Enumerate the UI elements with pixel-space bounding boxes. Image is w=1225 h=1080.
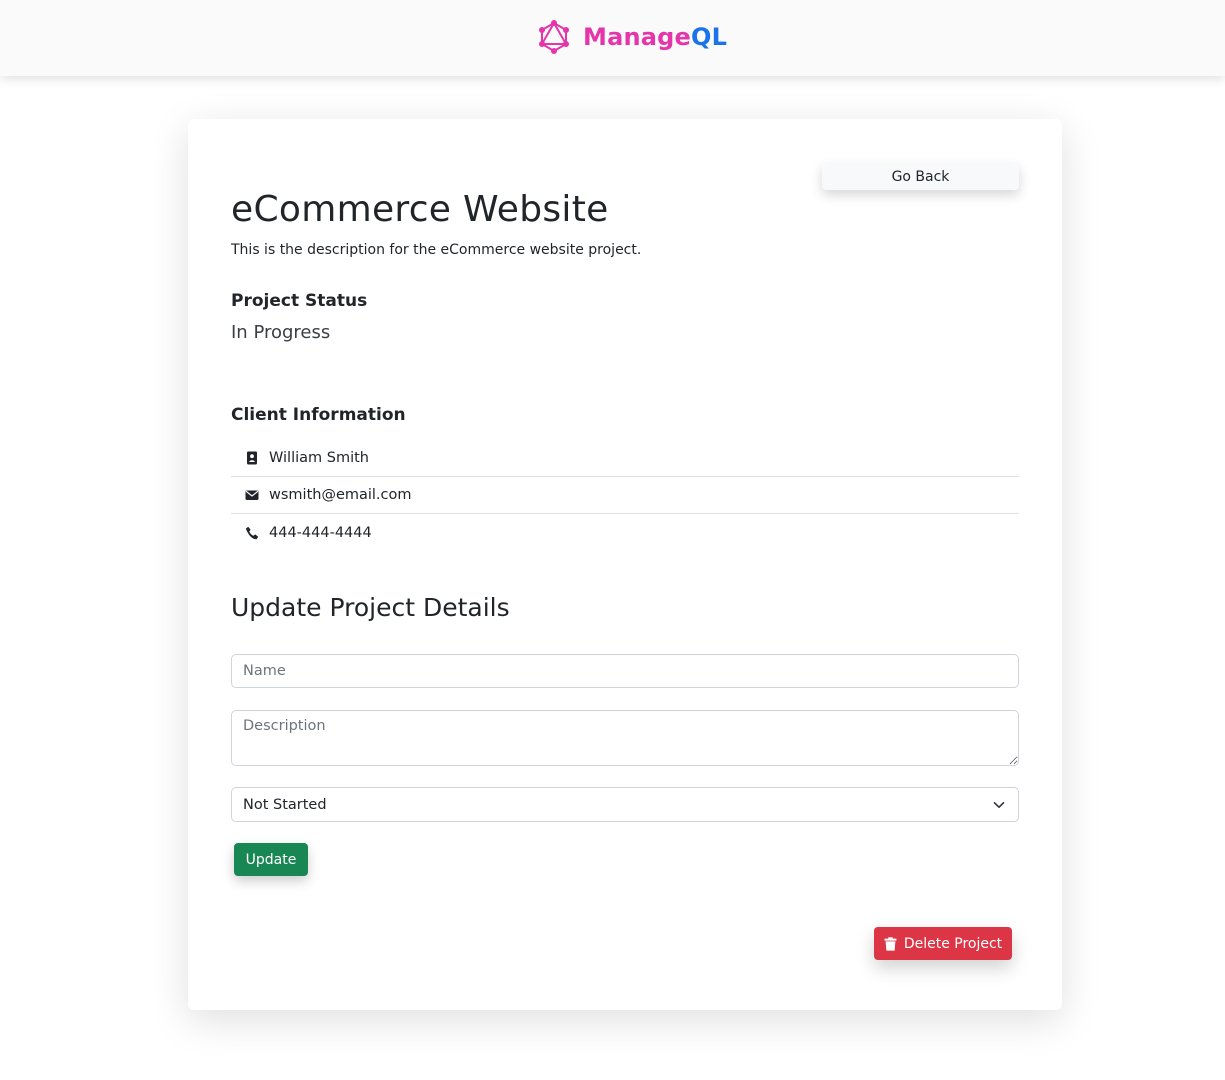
client-email: wsmith@email.com <box>269 487 412 503</box>
navbar: ManageQL <box>0 0 1225 76</box>
project-title: eCommerce Website <box>231 189 609 230</box>
client-email-item: wsmith@email.com <box>231 477 1019 514</box>
delete-project-label: Delete Project <box>903 935 1003 952</box>
envelope-icon <box>245 490 259 500</box>
client-info-list: William Smith wsmith@email.com 444-444-4… <box>231 440 1019 551</box>
project-card: Go Back eCommerce Website This is the de… <box>188 119 1062 1010</box>
update-form-heading: Update Project Details <box>231 593 510 622</box>
client-name-item: William Smith <box>231 440 1019 477</box>
brand-name-part1: Manage <box>583 23 692 51</box>
project-status-select[interactable]: Not Started <box>231 787 1019 822</box>
project-description: This is the description for the eCommerc… <box>231 242 642 258</box>
delete-project-button[interactable]: Delete Project <box>874 927 1012 960</box>
client-info-heading: Client Information <box>231 405 406 425</box>
project-status-value: In Progress <box>231 322 331 343</box>
contact-card-icon <box>247 451 257 465</box>
go-back-button[interactable]: Go Back <box>822 163 1019 190</box>
brand-name-part2: QL <box>691 23 728 51</box>
project-description-input[interactable] <box>231 710 1019 766</box>
brand-link[interactable]: ManageQL <box>537 19 727 55</box>
project-status-heading: Project Status <box>231 291 368 311</box>
status-select-value: Not Started <box>243 796 327 813</box>
update-button[interactable]: Update <box>234 843 308 876</box>
client-phone: 444-444-4444 <box>269 524 372 541</box>
chevron-down-icon <box>993 801 1005 809</box>
phone-icon <box>245 526 259 539</box>
client-name: William Smith <box>269 450 369 466</box>
brand-name: ManageQL <box>583 23 727 51</box>
trash-icon <box>884 936 897 951</box>
graphql-logo-icon <box>539 20 569 54</box>
project-name-input[interactable] <box>231 654 1019 688</box>
client-phone-item: 444-444-4444 <box>231 514 1019 551</box>
